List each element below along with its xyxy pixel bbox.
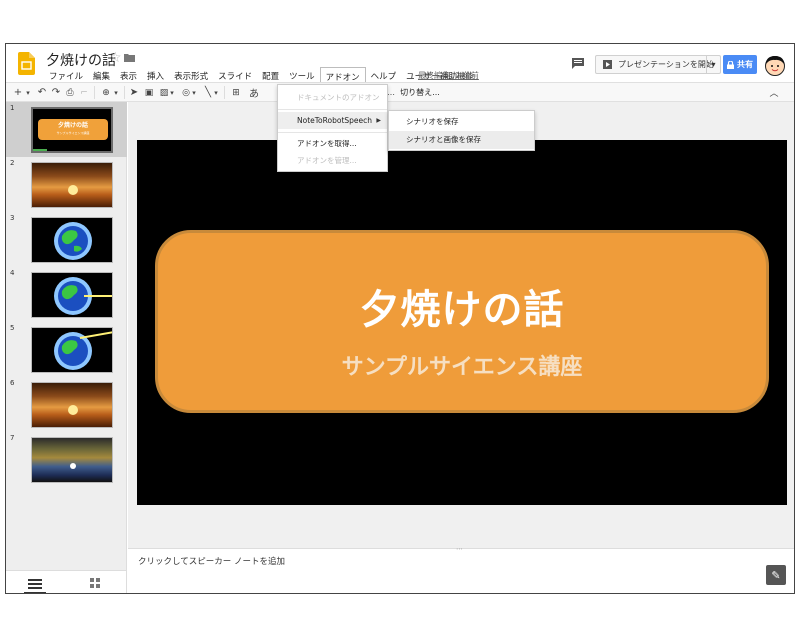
redo-icon[interactable]: ↷ bbox=[50, 85, 62, 100]
collapse-toolbar-icon[interactable]: ︿ bbox=[768, 85, 780, 100]
slide-workspace: 夕焼けの話 サンプルサイエンス講座 bbox=[128, 102, 794, 548]
speaker-notes-icon[interactable]: ✎ bbox=[766, 565, 786, 585]
filmstrip-view-icon[interactable] bbox=[28, 579, 42, 589]
undo-icon[interactable]: ↶ bbox=[36, 85, 48, 100]
slide-title[interactable]: 夕焼けの話 bbox=[158, 277, 766, 335]
addons-menu: ドキュメントのアドオン NoteToRobotSpeech ▶ アドオンを取得.… bbox=[277, 84, 388, 172]
earth-icon bbox=[54, 277, 112, 315]
slide-number: 4 bbox=[10, 269, 15, 277]
menu-item-save-scenario[interactable]: シナリオを保存 bbox=[389, 113, 534, 131]
menu-item-manage-addons: アドオンを管理... bbox=[297, 156, 357, 165]
present-label: プレゼンテーションを開始 bbox=[618, 60, 714, 69]
avatar[interactable] bbox=[764, 54, 786, 76]
paint-format-icon[interactable]: ⌐ bbox=[78, 85, 90, 100]
notes-resize-handle[interactable]: ⋯ bbox=[456, 545, 463, 553]
select-cursor-icon[interactable]: ➤ bbox=[128, 85, 140, 100]
thumbnail-title-box: 夕焼けの話 サンプルサイエンス講座 bbox=[38, 119, 108, 140]
new-slide-icon[interactable]: + bbox=[12, 85, 24, 100]
slide-thumbnail-3[interactable] bbox=[31, 217, 113, 263]
sun-icon bbox=[68, 185, 78, 195]
submenu-arrow-icon: ▶ bbox=[376, 117, 381, 124]
title-shape[interactable]: 夕焼けの話 サンプルサイエンス講座 bbox=[155, 230, 769, 413]
slide-thumbnail-6[interactable] bbox=[31, 382, 113, 428]
sun-icon bbox=[68, 405, 78, 415]
app-window: 夕焼けの話 ☆ ファイル 編集 表示 挿入 表示形式 スライド 配置 ツール ア… bbox=[5, 43, 795, 594]
share-button[interactable]: 共有 bbox=[723, 55, 757, 74]
new-slide-dropdown-icon[interactable]: ▾ bbox=[24, 85, 32, 100]
menu-item-note-to-robot-speech[interactable]: NoteToRobotSpeech ▶ bbox=[278, 112, 387, 129]
shape-dropdown-icon[interactable]: ▾ bbox=[190, 85, 198, 100]
star-icon[interactable]: ☆ bbox=[109, 50, 122, 66]
print-icon[interactable]: ⎙ bbox=[64, 85, 76, 100]
earth-icon bbox=[54, 222, 92, 260]
menu-item-label: NoteToRobotSpeech bbox=[297, 116, 373, 125]
thumbnail-subtitle: サンプルサイエンス講座 bbox=[56, 131, 90, 135]
slide-thumbnail-2[interactable] bbox=[31, 162, 113, 208]
font-button[interactable]: あ bbox=[248, 85, 260, 100]
comment-icon[interactable] bbox=[572, 58, 584, 69]
text-box-icon[interactable]: ▣ bbox=[143, 85, 155, 100]
slide-number: 5 bbox=[10, 324, 15, 332]
lock-icon bbox=[727, 60, 734, 69]
line-dropdown-icon[interactable]: ▾ bbox=[212, 85, 220, 100]
play-icon bbox=[603, 60, 612, 69]
slide-subtitle[interactable]: サンプルサイエンス講座 bbox=[158, 349, 766, 381]
grid-view-icon[interactable] bbox=[90, 578, 100, 588]
slide-number: 6 bbox=[10, 379, 15, 387]
menu-item-doc-addons: ドキュメントのアドオン bbox=[297, 93, 380, 102]
sun-icon bbox=[70, 463, 76, 469]
view-switcher bbox=[6, 570, 127, 593]
share-label: 共有 bbox=[737, 60, 753, 69]
image-dropdown-icon[interactable]: ▾ bbox=[168, 85, 176, 100]
slide-thumbnail-1[interactable]: 夕焼けの話 サンプルサイエンス講座 bbox=[31, 107, 113, 153]
toolbar: + ▾ ↶ ↷ ⎙ ⌐ ⊕ ▾ ➤ ▣ ▨ ▾ ◎ ▾ ╲ ▾ ⊞ あ … 切り… bbox=[6, 82, 794, 102]
present-button[interactable]: プレゼンテーションを開始 ▾ bbox=[595, 55, 721, 74]
folder-icon[interactable] bbox=[124, 53, 135, 62]
speaker-notes[interactable]: ⋯ クリックしてスピーカー ノートを追加 ✎ bbox=[128, 545, 794, 593]
slides-logo-icon[interactable] bbox=[18, 52, 35, 75]
slide-filmstrip: 1 夕焼けの話 サンプルサイエンス講座 2 3 4 5 6 7 bbox=[6, 102, 127, 570]
slide-number: 1 bbox=[10, 104, 15, 112]
insert-comment-icon[interactable]: ⊞ bbox=[230, 85, 242, 100]
thumbnail-title: 夕焼けの話 bbox=[57, 122, 88, 129]
slide-number: 2 bbox=[10, 159, 15, 167]
zoom-icon[interactable]: ⊕ bbox=[100, 85, 112, 100]
zoom-dropdown-icon[interactable]: ▾ bbox=[112, 85, 120, 100]
menu-item-get-addons[interactable]: アドオンを取得... bbox=[278, 135, 387, 152]
slide-number: 3 bbox=[10, 214, 15, 222]
note-to-robot-submenu: シナリオを保存 シナリオと画像を保存 bbox=[388, 110, 535, 151]
present-dropdown-icon[interactable]: ▾ bbox=[706, 56, 720, 73]
slide-thumbnail-4[interactable] bbox=[31, 272, 113, 318]
slide-number: 7 bbox=[10, 434, 15, 442]
last-edit-link[interactable]: 最終編集: 2 分前 bbox=[418, 70, 479, 81]
menu-item-save-scenario-images[interactable]: シナリオと画像を保存 bbox=[389, 131, 534, 149]
slide-thumbnail-7[interactable] bbox=[31, 437, 113, 483]
speaker-notes-placeholder[interactable]: クリックしてスピーカー ノートを追加 bbox=[138, 555, 285, 567]
transition-button[interactable]: 切り替え... bbox=[400, 85, 440, 100]
slide-thumbnail-5[interactable] bbox=[31, 327, 113, 373]
slide-canvas[interactable]: 夕焼けの話 サンプルサイエンス講座 bbox=[137, 140, 787, 505]
earth-icon bbox=[54, 331, 112, 370]
